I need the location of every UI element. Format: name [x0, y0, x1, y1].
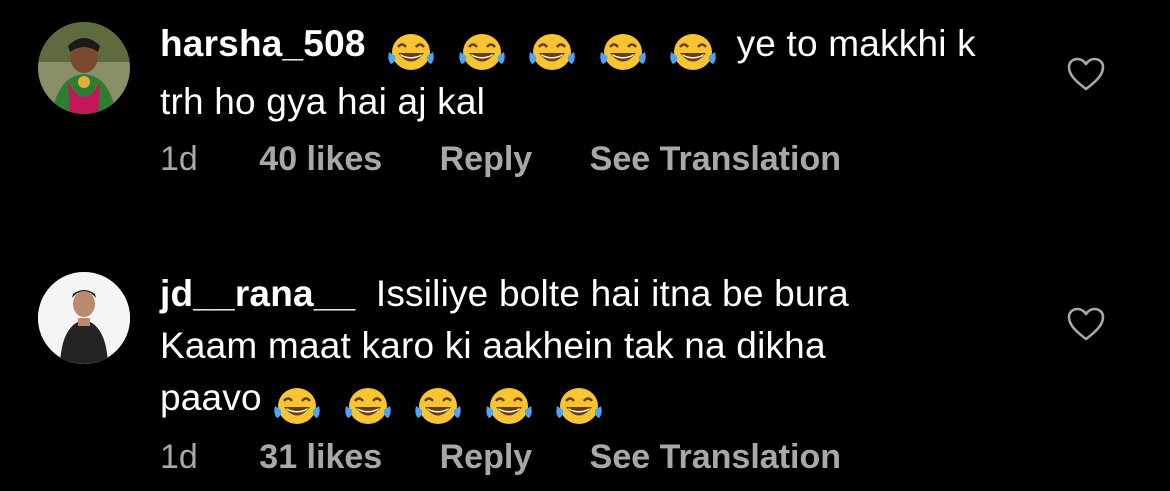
comment-text-line: ye to makkhi k: [736, 23, 976, 64]
emoji-group: [272, 378, 604, 430]
comment-item: harsha_508 ye to makkhi k trh ho gya hai…: [0, 0, 1170, 240]
comment-text-line: Kaam maat karo ki aakhein tak na dikha: [160, 325, 826, 366]
face-with-tears-of-joy-icon: [670, 34, 716, 71]
comment-username[interactable]: jd__rana__: [160, 273, 355, 314]
face-with-tears-of-joy-icon: [458, 34, 505, 71]
face-with-tears-of-joy-icon: [274, 388, 320, 425]
reply-button[interactable]: Reply: [440, 438, 533, 476]
face-with-tears-of-joy-icon: [415, 388, 461, 425]
see-translation-button[interactable]: See Translation: [590, 438, 841, 476]
comment-text-line: paavo: [160, 377, 262, 418]
avatar[interactable]: [38, 272, 130, 364]
avatar-image: [38, 22, 130, 114]
likes-count-button[interactable]: 40 likes: [259, 140, 382, 178]
likes-count-button[interactable]: 31 likes: [259, 438, 382, 476]
face-with-tears-of-joy-icon: [388, 34, 434, 71]
reply-button[interactable]: Reply: [440, 140, 533, 178]
comment-text-line: trh ho gya hai aj kal: [160, 81, 486, 122]
comment-text-line: Issiliye bolte hai itna be bura: [375, 273, 849, 314]
face-with-tears-of-joy-icon: [556, 388, 602, 425]
comment-time: 1d: [160, 438, 198, 476]
face-with-tears-of-joy-icon: [529, 34, 575, 71]
emoji-group: [386, 24, 718, 76]
comment-body: jd__rana__ Issiliye bolte hai itna be bu…: [160, 268, 1030, 430]
comment-time: 1d: [160, 140, 198, 178]
avatar[interactable]: [38, 22, 130, 114]
comment-item: jd__rana__ Issiliye bolte hai itna be bu…: [0, 256, 1170, 491]
see-translation-button[interactable]: See Translation: [590, 140, 841, 178]
comment-meta: 1d 40 likes Reply See Translation: [160, 140, 889, 179]
face-with-tears-of-joy-icon: [599, 34, 646, 71]
avatar-image: [38, 272, 130, 364]
face-with-tears-of-joy-icon: [486, 388, 532, 425]
heart-outline-icon[interactable]: [1066, 306, 1106, 342]
comment-username[interactable]: harsha_508: [160, 23, 366, 64]
heart-outline-icon[interactable]: [1066, 56, 1106, 92]
face-with-tears-of-joy-icon: [345, 388, 391, 425]
comment-body: harsha_508 ye to makkhi k trh ho gya hai…: [160, 18, 1030, 128]
comment-meta: 1d 31 likes Reply See Translation: [160, 438, 889, 477]
